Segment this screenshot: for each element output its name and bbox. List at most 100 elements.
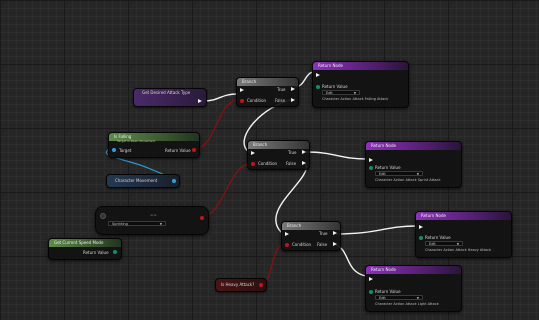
exec-in-pin[interactable] <box>240 88 244 92</box>
false-label: False <box>286 161 297 166</box>
return-value-label: Return Value <box>322 84 348 89</box>
bool-out-pin[interactable] <box>259 283 263 287</box>
chevron-down-icon: ▼ <box>159 222 162 226</box>
return-value-label: Return Value <box>375 165 401 170</box>
return-value-dropdown[interactable]: Edit ▼ <box>425 241 463 246</box>
return-value-text: Character Action Attack Heavy Attack <box>425 248 492 252</box>
dropdown-value: Sprinting <box>112 222 128 226</box>
node-title: Branch <box>242 79 257 84</box>
false-label: False <box>275 98 286 103</box>
node-header: Return Node <box>366 266 461 274</box>
node-title: Return Node <box>421 213 446 218</box>
node-title: Return Node <box>371 143 396 148</box>
return-value-pin[interactable] <box>369 166 373 170</box>
return-value-pin[interactable] <box>113 250 117 254</box>
node-title: Get Current Speed Mode <box>54 240 104 245</box>
false-exec-pin[interactable] <box>333 242 337 246</box>
false-label: False <box>317 242 328 247</box>
return-value-pin[interactable] <box>192 148 196 152</box>
equal-enum-node[interactable]: == Sprinting ▼ <box>95 206 209 235</box>
exec-wire[interactable] <box>335 225 418 235</box>
node-header: Branch <box>237 78 298 86</box>
object-out-pin[interactable] <box>172 179 176 183</box>
return-node[interactable]: Return Node Return Value Edit ▼ Characte… <box>312 61 409 108</box>
true-exec-pin[interactable] <box>302 150 306 154</box>
return-value-pin[interactable] <box>316 85 320 89</box>
exec-wire[interactable] <box>335 244 367 277</box>
edit-label: Edit <box>379 172 386 176</box>
return-value-label: Return Value <box>425 235 451 240</box>
true-label: True <box>288 150 297 155</box>
enum-in-pin[interactable] <box>100 213 106 219</box>
true-exec-pin[interactable] <box>333 231 337 235</box>
return-value-dropdown[interactable]: Edit ▼ <box>375 171 423 176</box>
true-label: True <box>277 87 286 92</box>
false-exec-pin[interactable] <box>302 161 306 165</box>
node-title: Branch <box>287 223 302 228</box>
return-value-dropdown[interactable]: Edit ▼ <box>322 90 360 95</box>
branch-node[interactable]: Branch True Condition False <box>247 140 310 170</box>
true-label: True <box>319 231 328 236</box>
exec-in-pin[interactable] <box>251 151 255 155</box>
return-value-label: Return Value <box>83 250 109 255</box>
bool-out-pin[interactable] <box>200 216 204 220</box>
is-heavy-attack-node[interactable]: Is Heavy Attack? <box>215 278 267 292</box>
chevron-down-icon: ▼ <box>456 242 459 246</box>
edit-label: Edit <box>379 296 386 300</box>
return-value-pin[interactable] <box>419 236 423 240</box>
exec-in-pin[interactable] <box>419 225 423 229</box>
node-subtitle: Target is Pawn Movement <box>117 139 156 143</box>
condition-pin[interactable] <box>240 99 244 103</box>
edit-label: Edit <box>326 91 333 95</box>
bool-wire[interactable] <box>201 163 251 218</box>
condition-pin[interactable] <box>251 162 255 166</box>
equal-symbol: == <box>150 212 157 217</box>
get-desired-attack-type-node[interactable]: Get Desired Attack Type <box>133 88 207 107</box>
exec-out-pin[interactable] <box>198 99 202 103</box>
condition-label: Condition <box>247 98 267 103</box>
return-node[interactable]: Return Node Return Value Edit ▼ Characte… <box>365 141 462 188</box>
condition-label: Condition <box>292 242 312 247</box>
character-movement-node[interactable]: Character Movement <box>106 174 180 188</box>
is-falling-node[interactable]: Is Falling Target is Pawn Movement Targe… <box>108 132 200 158</box>
chevron-down-icon: ▼ <box>416 296 419 300</box>
node-header: Return Node <box>366 142 461 150</box>
node-header: Branch <box>282 222 340 230</box>
return-value-label: Return Value <box>375 289 401 294</box>
node-title: Return Node <box>318 63 343 68</box>
return-value-text: Character Action Attack Light Attack <box>375 302 439 306</box>
node-title: Get Desired Attack Type <box>142 90 191 95</box>
return-value-pin[interactable] <box>369 290 373 294</box>
true-exec-pin[interactable] <box>291 87 295 91</box>
return-value-label: Return Value <box>165 148 191 153</box>
return-node[interactable]: Return Node Return Value Edit ▼ Characte… <box>415 211 512 258</box>
false-exec-pin[interactable] <box>291 98 295 102</box>
return-value-dropdown[interactable]: Edit ▼ <box>375 295 423 300</box>
node-header: Return Node <box>313 62 408 70</box>
node-title: Return Node <box>371 267 396 272</box>
bool-wire[interactable] <box>194 99 239 150</box>
exec-in-pin[interactable] <box>316 73 320 77</box>
node-title: Branch <box>253 142 268 147</box>
node-header: Return Node <box>416 212 511 220</box>
return-value-text: Character Action Attack Falling Attack <box>322 97 389 101</box>
exec-wire[interactable] <box>305 151 367 160</box>
condition-pin[interactable] <box>285 243 289 247</box>
exec-in-pin[interactable] <box>369 158 373 162</box>
node-label: Character Movement <box>115 178 158 183</box>
condition-label: Condition <box>258 161 278 166</box>
return-value-text: Character Action Attack Sprint Attack <box>375 178 441 182</box>
node-header: Get Current Speed Mode <box>49 239 121 247</box>
branch-node[interactable]: Branch True Condition False <box>236 77 299 107</box>
get-current-speed-mode-node[interactable]: Get Current Speed Mode Return Value <box>48 238 122 260</box>
exec-in-pin[interactable] <box>285 232 289 236</box>
speed-mode-dropdown[interactable]: Sprinting ▼ <box>108 221 166 226</box>
branch-node[interactable]: Branch True Condition False <box>281 221 341 251</box>
exec-wire[interactable] <box>202 93 239 102</box>
target-pin[interactable] <box>112 148 116 152</box>
blueprint-graph[interactable]: Get Desired Attack Type Is Falling Targe… <box>0 0 539 320</box>
exec-in-pin[interactable] <box>369 277 373 281</box>
chevron-down-icon: ▼ <box>416 172 419 176</box>
node-label: Is Heavy Attack? <box>221 282 255 287</box>
return-node[interactable]: Return Node Return Value Edit ▼ Characte… <box>365 265 462 312</box>
